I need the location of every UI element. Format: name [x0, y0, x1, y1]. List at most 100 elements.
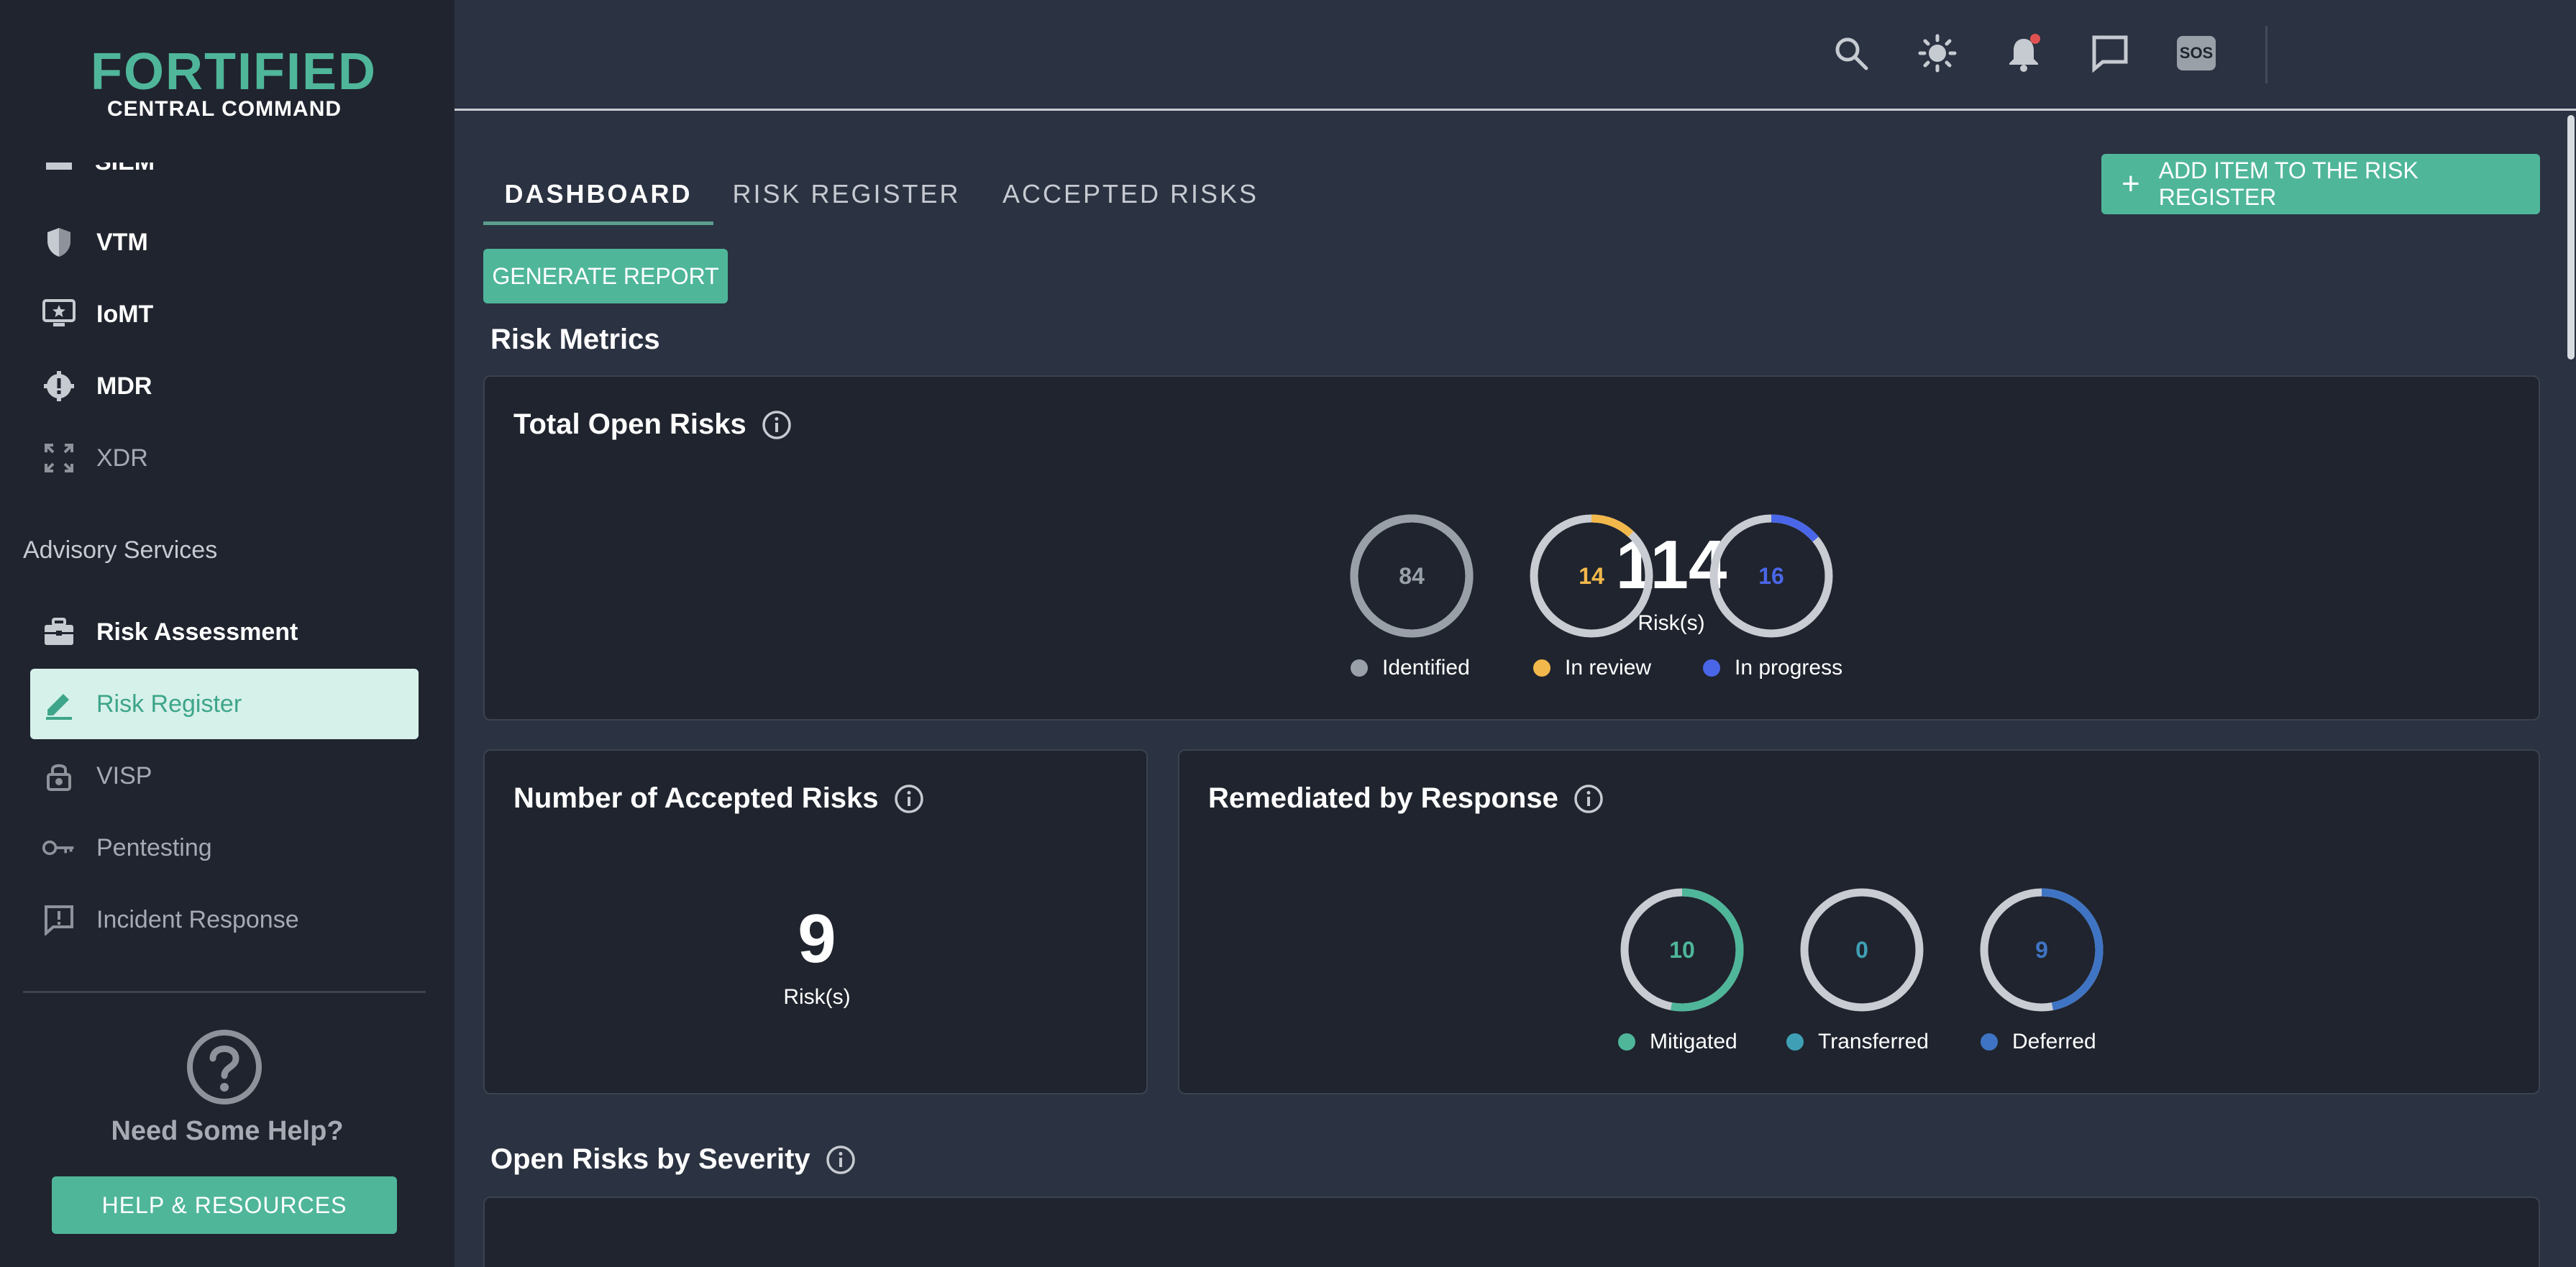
sidebar-item-vtm[interactable]: VTM [30, 207, 419, 278]
total-open-risks-card: Total Open Risks 114 Risk(s) 84 14 16 Id… [483, 375, 2540, 721]
topbar: SOS [455, 0, 2576, 111]
sidebar-item-mdr[interactable]: MDR [30, 351, 419, 421]
tab-active-indicator [483, 221, 713, 225]
sidebar-item-label: VTM [96, 228, 148, 256]
legend-deferred: Deferred [1981, 1030, 2096, 1054]
legend-dot [1618, 1033, 1635, 1051]
donut-in-progress: 16 [1707, 512, 1835, 640]
shield-icon [42, 225, 76, 260]
generate-report-button[interactable]: GENERATE REPORT [483, 249, 728, 303]
sidebar-item-label: VISP [96, 761, 152, 790]
donut-value: 14 [1579, 562, 1604, 589]
section-title-advisory: Advisory Services [23, 536, 218, 564]
open-risks-severity-title: Open Risks by Severity [490, 1143, 810, 1175]
tab-risk-register[interactable]: RISK REGISTER [728, 165, 965, 223]
lock-icon [42, 759, 76, 793]
logo[interactable]: FORTIFIED CENTRAL COMMAND [91, 43, 377, 121]
legend-label: Deferred [2012, 1030, 2096, 1053]
sidebar-divider [23, 991, 426, 993]
remediated-title: Remediated by Response [1208, 782, 1558, 814]
card-title: Number of Accepted Risks [513, 782, 925, 815]
info-icon[interactable] [825, 1144, 857, 1176]
remediated-card: Remediated by Response 10 0 9 Mitigated … [1178, 749, 2540, 1094]
sidebar-item-label: MDR [96, 372, 152, 400]
sidebar-item-label: XDR [96, 444, 148, 472]
sidebar-item-label: Risk Register [96, 690, 242, 718]
legend-dot [1981, 1033, 1998, 1051]
search-icon[interactable] [1830, 32, 1873, 75]
alert-gear-icon [42, 369, 76, 403]
help-text: Need Some Help? [111, 1116, 344, 1146]
donut-value: 84 [1399, 562, 1425, 589]
legend-label: In review [1565, 656, 1652, 680]
scrollbar-thumb[interactable] [2567, 115, 2575, 360]
add-risk-item-button[interactable]: + ADD ITEM TO THE RISK REGISTER [2101, 154, 2540, 214]
info-icon[interactable] [761, 409, 793, 441]
legend-identified: Identified [1351, 656, 1470, 680]
briefcase-icon [42, 615, 76, 649]
help-resources-button[interactable]: HELP & RESOURCES [52, 1176, 397, 1234]
donut-value: 9 [2035, 936, 2048, 963]
brightness-icon[interactable] [1916, 32, 1959, 75]
accepted-risks-unit: Risk(s) [783, 985, 851, 1009]
logo-subtitle: CENTRAL COMMAND [106, 97, 342, 121]
card-title: Remediated by Response [1208, 782, 1604, 815]
key-icon [42, 831, 76, 865]
donut-deferred: 9 [1978, 886, 2106, 1014]
info-icon[interactable] [893, 783, 925, 815]
sidebar-item-xdr[interactable]: XDR [30, 423, 419, 493]
accepted-risks-card: Number of Accepted Risks 9 Risk(s) [483, 749, 1148, 1094]
add-risk-item-label: ADD ITEM TO THE RISK REGISTER [2158, 157, 2419, 210]
legend-label: Transferred [1818, 1030, 1929, 1053]
sidebar-item-siem-partial[interactable]: SIEM [42, 163, 329, 184]
sidebar-item-label: IoMT [96, 300, 154, 328]
legend-transferred: Transferred [1786, 1030, 1929, 1054]
card-title: Total Open Risks [513, 408, 793, 441]
bell-icon[interactable] [2002, 32, 2045, 75]
donut-value: 10 [1669, 936, 1695, 963]
logo-title: FORTIFIED [91, 43, 377, 101]
donut-mitigated: 10 [1618, 886, 1746, 1014]
tab-dashboard[interactable]: DASHBOARD [483, 165, 713, 223]
sos-icon[interactable]: SOS [2175, 32, 2218, 75]
total-open-risks-title: Total Open Risks [513, 408, 746, 440]
help-circle-icon [186, 1028, 263, 1106]
sidebar-item-visp[interactable]: VISP [30, 741, 419, 811]
donut-value: 16 [1758, 562, 1784, 589]
donut-transferred: 0 [1798, 886, 1926, 1014]
expand-icon [42, 441, 76, 475]
sos-label: SOS [2177, 36, 2216, 70]
tab-accepted-risks[interactable]: ACCEPTED RISKS [994, 165, 1267, 223]
info-icon[interactable] [1573, 783, 1604, 815]
topbar-divider [2265, 26, 2267, 83]
sidebar-item-label: Pentesting [96, 833, 212, 861]
sidebar: FORTIFIED CENTRAL COMMAND SIEM VTM IoMT … [0, 0, 455, 1267]
alert-message-icon [42, 902, 76, 937]
sidebar-item-label: Incident Response [96, 905, 299, 933]
pencil-icon [42, 687, 76, 721]
sidebar-item-label: Risk Assessment [96, 618, 298, 646]
legend-mitigated: Mitigated [1618, 1030, 1737, 1054]
donut-value: 0 [1855, 936, 1868, 963]
sidebar-partial-label: SIEM [95, 163, 155, 175]
sidebar-item-risk-assessment[interactable]: Risk Assessment [30, 597, 419, 667]
legend-in-review: In review [1533, 656, 1651, 680]
sidebar-item-risk-register[interactable]: Risk Register [30, 669, 419, 739]
legend-dot [1533, 659, 1550, 677]
sidebar-item-pentesting[interactable]: Pentesting [30, 813, 419, 883]
legend-label: Mitigated [1650, 1030, 1737, 1053]
legend-in-progress: In progress [1703, 656, 1842, 680]
accepted-risks-title: Number of Accepted Risks [513, 782, 879, 814]
open-risks-severity-heading: Open Risks by Severity [490, 1143, 857, 1176]
open-risks-severity-card [483, 1197, 2540, 1267]
donut-identified: 84 [1348, 512, 1476, 640]
sidebar-item-iomt[interactable]: IoMT [30, 279, 419, 349]
donut-in-review: 14 [1527, 512, 1655, 640]
plus-icon: + [2121, 166, 2140, 201]
sidebar-item-incident-response[interactable]: Incident Response [30, 884, 419, 955]
legend-dot [1703, 659, 1720, 677]
accepted-risks-count: 9 [798, 900, 836, 977]
chat-icon[interactable] [2088, 32, 2132, 75]
monitor-star-icon [42, 297, 76, 331]
risk-metrics-heading: Risk Metrics [490, 324, 660, 355]
